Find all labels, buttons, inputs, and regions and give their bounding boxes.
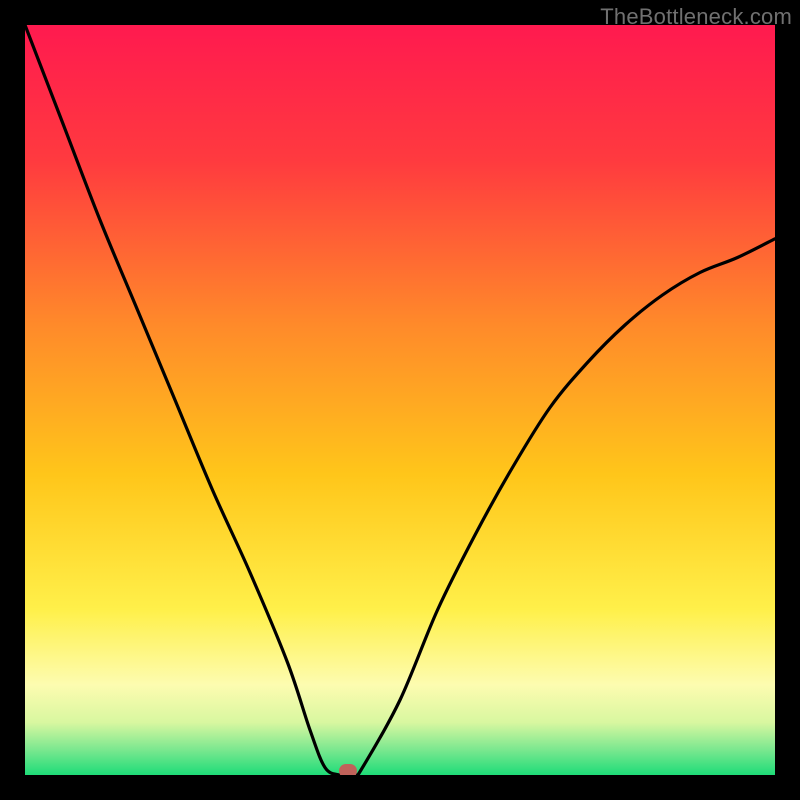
optimum-marker bbox=[339, 764, 357, 775]
plot-area bbox=[25, 25, 775, 775]
curve-svg bbox=[25, 25, 775, 775]
outer-frame: TheBottleneck.com bbox=[0, 0, 800, 800]
bottleneck-curve bbox=[25, 25, 775, 775]
watermark-text: TheBottleneck.com bbox=[600, 4, 792, 30]
